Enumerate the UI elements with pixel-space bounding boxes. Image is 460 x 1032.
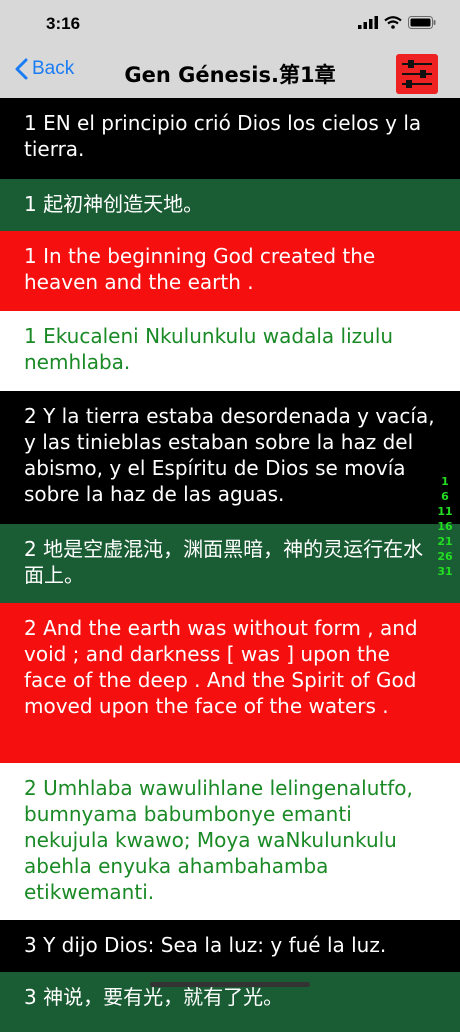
index-item[interactable]: 11 — [434, 504, 456, 519]
verse-row-chinese[interactable]: 3 神说，要有光，就有了光。 — [0, 972, 460, 1032]
navigation-bar: Back Gen Génesis.第1章 — [0, 46, 460, 98]
verse-row-english[interactable]: 1 In the beginning God created the heave… — [0, 231, 460, 311]
verse-row-zulu[interactable]: 2 Umhlaba wawulihlane lelingenalutfo, bu… — [0, 763, 460, 920]
index-item[interactable]: 1 — [434, 474, 456, 489]
settings-button[interactable] — [396, 54, 438, 94]
sliders-icon — [402, 60, 432, 88]
verse-list[interactable]: 1 EN el principio crió Dios los cielos y… — [0, 98, 460, 1032]
index-item[interactable]: 6 — [434, 489, 456, 504]
status-bar: 3:16 — [0, 0, 460, 46]
home-indicator — [150, 982, 310, 987]
index-item[interactable]: 16 — [434, 519, 456, 534]
status-icons — [358, 16, 436, 29]
wifi-icon — [384, 16, 402, 29]
verse-row-spanish[interactable]: 3 Y dijo Dios: Sea la luz: y fué la luz. — [0, 920, 460, 972]
verse-index: 1 6 11 16 21 26 31 — [434, 474, 456, 579]
page-title: Gen Génesis.第1章 — [124, 63, 336, 87]
verse-row-chinese[interactable]: 2 地是空虚混沌，渊面黑暗，神的灵运行在水面上。 — [0, 524, 460, 603]
index-item[interactable]: 21 — [434, 534, 456, 549]
verse-row-chinese[interactable]: 1 起初神创造天地。 — [0, 179, 460, 231]
battery-icon — [408, 16, 436, 29]
status-time: 3:16 — [46, 14, 81, 33]
verse-row-english[interactable]: 2 And the earth was without form , and v… — [0, 603, 460, 763]
verse-row-zulu[interactable]: 1 Ekucaleni Nkulunkulu wadala lizulu nem… — [0, 311, 460, 391]
index-item[interactable]: 31 — [434, 564, 456, 579]
index-item[interactable]: 26 — [434, 549, 456, 564]
verse-row-spanish[interactable]: 2 Y la tierra estaba desordenada y vacía… — [0, 391, 460, 524]
signal-icon — [358, 16, 378, 29]
verse-row-spanish[interactable]: 1 EN el principio crió Dios los cielos y… — [0, 98, 460, 179]
